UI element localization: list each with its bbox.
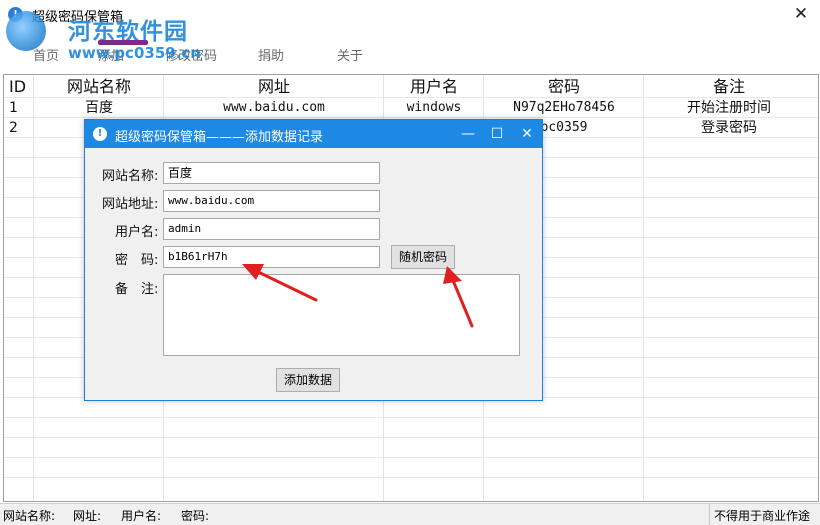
dialog-title-bar[interactable]: ! 超级密码保管箱———添加数据记录 — ☐ ✕ xyxy=(85,120,542,148)
column-header-password[interactable]: 密码 xyxy=(484,77,644,97)
close-window-button[interactable]: ✕ xyxy=(788,2,814,26)
menu-add[interactable]: 添加 xyxy=(98,45,124,64)
cell-password: N97q2EHo78456 xyxy=(513,100,615,115)
site-url-label: 网站地址: xyxy=(102,197,159,212)
cell-note: 开始注册时间 xyxy=(687,100,771,116)
cell-username: windows xyxy=(406,100,462,115)
menu-about[interactable]: 关于 xyxy=(337,45,363,64)
menu-change-password[interactable]: 修改密码 xyxy=(165,45,217,64)
random-password-button[interactable]: 随机密码 xyxy=(391,245,455,269)
note-label: 备 注: xyxy=(115,282,159,297)
dialog-close-button[interactable]: ✕ xyxy=(515,123,539,145)
app-info-icon: ! xyxy=(8,7,23,22)
password-field[interactable]: b1B61rH7h xyxy=(163,246,380,268)
column-header-id[interactable]: ID xyxy=(9,77,33,97)
status-usage-notice: 不得用于商业作途 xyxy=(714,509,811,523)
site-url-field[interactable]: www.baidu.com xyxy=(163,190,380,212)
cell-url: www.baidu.com xyxy=(223,100,325,115)
column-header-url[interactable]: 网址 xyxy=(164,77,384,97)
note-textarea[interactable] xyxy=(163,274,520,356)
cell-id: 2 xyxy=(9,120,18,136)
password-label: 密 码: xyxy=(115,253,159,268)
menu-home[interactable]: 首页 xyxy=(33,45,59,64)
dialog-title: 超级密码保管箱———添加数据记录 xyxy=(115,130,324,145)
window-title: 超级密码保管箱 xyxy=(32,10,124,25)
dialog-info-icon: ! xyxy=(93,127,107,141)
column-header-note[interactable]: 备注 xyxy=(644,77,814,97)
add-data-button[interactable]: 添加数据 xyxy=(276,368,340,392)
column-header-username[interactable]: 用户名 xyxy=(384,77,484,97)
minimize-button[interactable]: — xyxy=(456,123,480,145)
menu-donate[interactable]: 捐助 xyxy=(258,45,284,64)
main-title-bar: ! 超级密码保管箱 ✕ xyxy=(0,0,820,31)
username-field[interactable]: admin xyxy=(163,218,380,240)
site-name-label: 网站名称: xyxy=(102,169,159,184)
cell-note: 登录密码 xyxy=(701,120,757,136)
maximize-button[interactable]: ☐ xyxy=(485,123,509,145)
site-name-field[interactable]: 百度 xyxy=(163,162,380,184)
add-record-dialog[interactable]: ! 超级密码保管箱———添加数据记录 — ☐ ✕ 网站名称: 百度 网站地址: … xyxy=(84,119,543,401)
column-header-site-name[interactable]: 网站名称 xyxy=(34,77,164,97)
username-label: 用户名: xyxy=(115,225,159,240)
cell-id: 1 xyxy=(9,100,18,116)
status-url-label: 网址: xyxy=(73,509,102,523)
status-username-label: 用户名: xyxy=(121,509,162,523)
status-password-label: 密码: xyxy=(181,509,210,523)
status-bar: 网站名称: 网址: 用户名: 密码: 不得用于商业作途 xyxy=(0,503,820,525)
status-site-name-label: 网站名称: xyxy=(3,509,56,523)
menu-bar: 首页 添加 修改密码 捐助 关于 xyxy=(0,30,820,74)
cell-site-name: 百度 xyxy=(85,100,113,116)
